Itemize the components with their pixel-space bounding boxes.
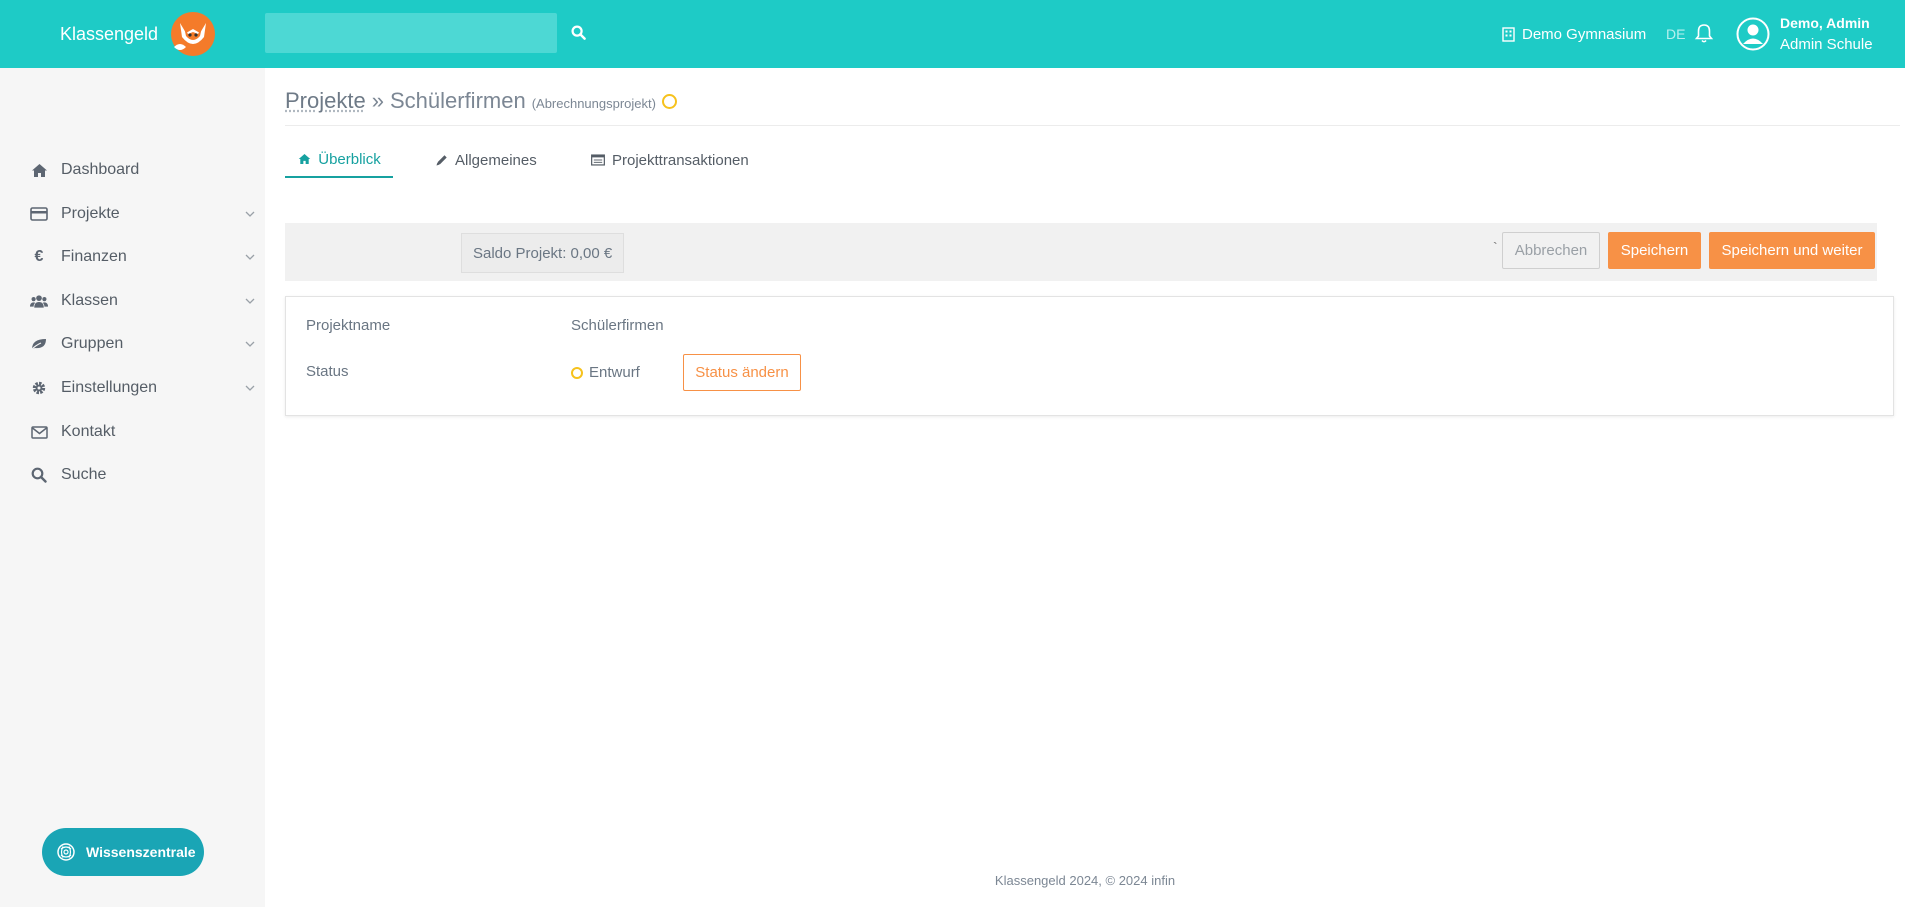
saldo-badge: Saldo Projekt: 0,00 € [461, 233, 625, 273]
action-bar: Saldo Projekt: 0,00 € ` Abbrechen Speich… [285, 223, 1877, 281]
sidebar-item-label: Gruppen [61, 335, 124, 352]
breadcrumb-projekte-link[interactable]: Projekte [285, 88, 366, 114]
footer: Klassengeld 2024, © 2024 infin [994, 873, 1176, 888]
search-icon [30, 466, 48, 484]
users-icon [30, 292, 48, 310]
brand-logo[interactable]: Klassengeld [60, 0, 218, 68]
home-icon [30, 161, 48, 179]
sidebar-item-projekte[interactable]: Projekte [0, 194, 265, 234]
status-value-group: Entwurf [571, 364, 640, 381]
sidebar-item-kontakt[interactable]: Kontakt [0, 412, 265, 452]
language-switch[interactable]: DE [1666, 0, 1685, 68]
sidebar-item-label: Projekte [61, 205, 120, 222]
sidebar-item-einstellungen[interactable]: Einstellungen [0, 368, 265, 408]
list-icon [591, 153, 605, 167]
user-avatar-icon [1736, 17, 1770, 51]
gear-icon [30, 379, 48, 397]
project-name-value: Schülerfirmen [571, 317, 664, 334]
wissenszentrale-button[interactable]: Wissenszentrale [42, 828, 204, 876]
tab-ueberblick[interactable]: Überblick [285, 142, 393, 178]
sidebar-item-klassen[interactable]: Klassen [0, 281, 265, 321]
chevron-down-icon [245, 254, 255, 260]
school-selector[interactable]: Demo Gymnasium [1502, 0, 1646, 68]
sidebar-item-label: Suche [61, 466, 107, 483]
save-and-continue-button[interactable]: Speichern und weiter [1709, 232, 1875, 269]
euro-icon: € [34, 248, 44, 265]
project-type: (Abrechnungsprojekt) [531, 96, 656, 111]
breadcrumb: Projekte » Schülerfirmen (Abrechnungspro… [285, 88, 677, 118]
tab-projekttransaktionen[interactable]: Projekttransaktionen [591, 142, 749, 178]
global-search-input[interactable] [265, 13, 557, 53]
chevron-down-icon [245, 341, 255, 347]
wissenszentrale-label: Wissenszentrale [86, 844, 196, 860]
bell-icon[interactable] [1694, 22, 1714, 44]
tab-label: Überblick [318, 150, 381, 168]
status-circle-icon [571, 366, 583, 379]
sidebar-item-gruppen[interactable]: Gruppen [0, 324, 265, 364]
save-button[interactable]: Speichern [1608, 232, 1701, 269]
page-title: Schülerfirmen [389, 88, 526, 113]
school-name: Demo Gymnasium [1522, 25, 1647, 43]
knowledge-icon [57, 843, 75, 861]
user-role: Admin Schule [1780, 36, 1873, 53]
home-icon [297, 152, 311, 166]
status-label: Status [306, 363, 349, 380]
sidebar-item-suche[interactable]: Suche [0, 455, 265, 495]
leaf-icon [30, 335, 48, 353]
tab-label: Allgemeines [455, 151, 537, 169]
change-status-button[interactable]: Status ändern [683, 354, 801, 391]
status-circle-icon [661, 94, 677, 109]
tab-allgemeines[interactable]: Allgemeines [434, 142, 537, 178]
sidebar-item-label: Dashboard [61, 161, 140, 178]
fox-logo-icon [171, 12, 216, 56]
sidebar-item-label: Kontakt [61, 423, 116, 440]
tab-label: Projekttransaktionen [612, 151, 749, 169]
building-icon [1502, 26, 1515, 42]
breadcrumb-divider [285, 125, 1900, 126]
project-details-card: Projektname Schülerfirmen Status Entwurf… [285, 296, 1894, 416]
project-name-label: Projektname [306, 317, 391, 334]
brand-name: Klassengeld [60, 23, 159, 44]
chevron-down-icon [245, 298, 255, 304]
chevron-down-icon [245, 385, 255, 391]
chevron-down-icon [245, 211, 255, 217]
tick-mark: ` [1493, 239, 1498, 255]
credit-card-icon [30, 205, 48, 223]
sidebar-item-label: Einstellungen [61, 379, 158, 396]
search-icon [570, 24, 586, 40]
sidebar-item-dashboard[interactable]: Dashboard [0, 150, 265, 190]
sidebar-item-finanzen[interactable]: € Finanzen [0, 237, 265, 277]
breadcrumb-separator: » [371, 88, 384, 113]
sidebar-item-label: Klassen [61, 292, 118, 309]
user-menu[interactable]: Demo, Admin Admin Schule [1736, 0, 1873, 68]
user-name: Demo, Admin [1780, 15, 1870, 31]
sidebar-item-label: Finanzen [61, 248, 127, 265]
pencil-icon [434, 153, 448, 167]
cancel-button[interactable]: Abbrechen [1502, 232, 1600, 269]
sidebar: Dashboard Projekte € Finanzen Klassen Gr… [0, 68, 265, 907]
status-value: Entwurf [589, 364, 640, 381]
search-button[interactable] [566, 20, 590, 44]
top-bar: Klassengeld Demo Gymnasium DE Demo, Admi… [0, 0, 1905, 68]
envelope-icon [30, 423, 48, 441]
